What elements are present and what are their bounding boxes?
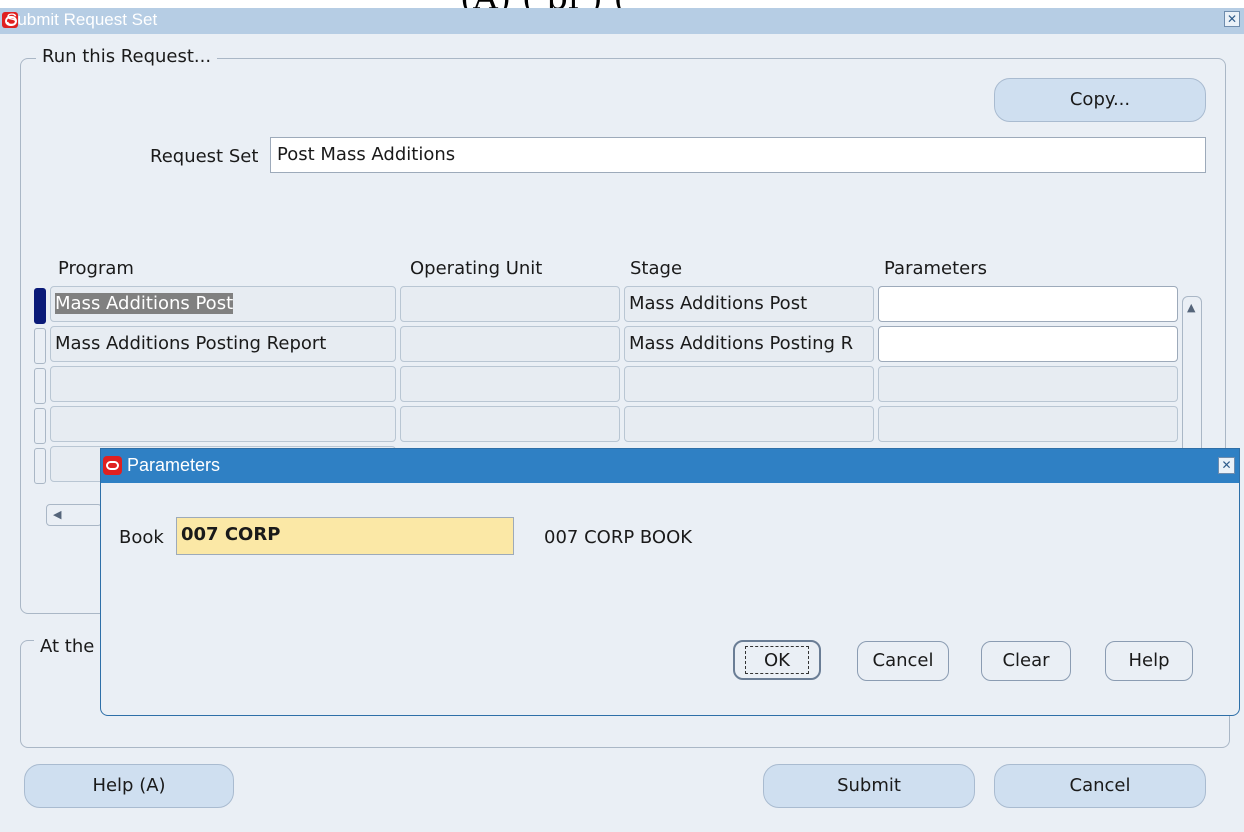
request-set-input[interactable]: Post Mass Additions [270, 137, 1206, 173]
table-cell-parameters[interactable] [878, 286, 1178, 322]
book-input[interactable]: 007 CORP [176, 517, 514, 555]
row-selector[interactable] [34, 288, 46, 324]
table-cell-program[interactable]: Mass Additions Post [50, 286, 396, 322]
close-icon[interactable]: ✕ [1218, 457, 1235, 474]
row-selector[interactable] [34, 408, 46, 444]
clipped-heading-text: (A) ( pi ) ( [460, 0, 627, 8]
schedule-group-label: At the [34, 636, 101, 657]
clipped-document-heading: (A) ( pi ) ( [0, 0, 1244, 8]
horizontal-scrollbar[interactable]: ◀ [46, 504, 102, 526]
table-cell-program[interactable] [50, 366, 396, 402]
column-header-program: Program [58, 258, 134, 279]
focus-ring [745, 646, 809, 674]
table-cell-stage[interactable] [624, 406, 874, 442]
dialog-cancel-button[interactable]: Cancel [857, 641, 949, 681]
dialog-title-bar: Parameters ✕ [101, 449, 1239, 483]
ok-button[interactable]: OK [733, 640, 821, 680]
oracle-logo-icon [103, 456, 122, 475]
submit-button[interactable]: Submit [763, 764, 975, 808]
row-selector[interactable] [34, 328, 46, 364]
scroll-left-arrow-icon[interactable]: ◀ [53, 508, 61, 521]
column-header-stage: Stage [630, 258, 683, 279]
table-cell-operating-unit[interactable] [400, 286, 620, 322]
table-cell-operating-unit[interactable] [400, 406, 620, 442]
row-selector[interactable] [34, 368, 46, 404]
table-cell-parameters[interactable] [878, 326, 1178, 362]
scroll-up-arrow-icon[interactable]: ▲ [1187, 301, 1195, 314]
book-description: 007 CORP BOOK [544, 527, 693, 548]
dialog-clear-button[interactable]: Clear [981, 641, 1071, 681]
column-header-parameters: Parameters [884, 258, 988, 279]
parameters-dialog: Parameters ✕ Book 007 CORP 007 CORP BOOK… [100, 448, 1240, 716]
program-value: Mass Additions Post [55, 293, 234, 314]
book-label: Book [119, 527, 164, 548]
main-title-bar: Submit Request Set ✕ [0, 8, 1244, 34]
help-button[interactable]: Help (A) [24, 764, 234, 808]
table-cell-stage[interactable] [624, 366, 874, 402]
table-cell-program[interactable]: Mass Additions Posting Report [50, 326, 396, 362]
column-header-operating-unit: Operating Unit [410, 258, 543, 279]
table-cell-stage[interactable]: Mass Additions Posting R [624, 326, 874, 362]
cancel-button[interactable]: Cancel [994, 764, 1206, 808]
dialog-title: Parameters [127, 455, 221, 475]
table-cell-operating-unit[interactable] [400, 326, 620, 362]
run-request-group-label: Run this Request... [36, 46, 218, 67]
window-title: Submit Request Set [6, 10, 158, 29]
help-button-label: Help (A) [92, 775, 166, 796]
row-selector[interactable] [34, 448, 46, 484]
dialog-help-button[interactable]: Help [1105, 641, 1193, 681]
request-set-label: Request Set [150, 146, 259, 167]
table-cell-operating-unit[interactable] [400, 366, 620, 402]
table-cell-parameters[interactable] [878, 366, 1178, 402]
table-cell-stage[interactable]: Mass Additions Post [624, 286, 874, 322]
close-icon[interactable]: ✕ [1224, 11, 1240, 27]
copy-button[interactable]: Copy... [994, 78, 1206, 122]
table-cell-program[interactable] [50, 406, 396, 442]
table-cell-parameters[interactable] [878, 406, 1178, 442]
